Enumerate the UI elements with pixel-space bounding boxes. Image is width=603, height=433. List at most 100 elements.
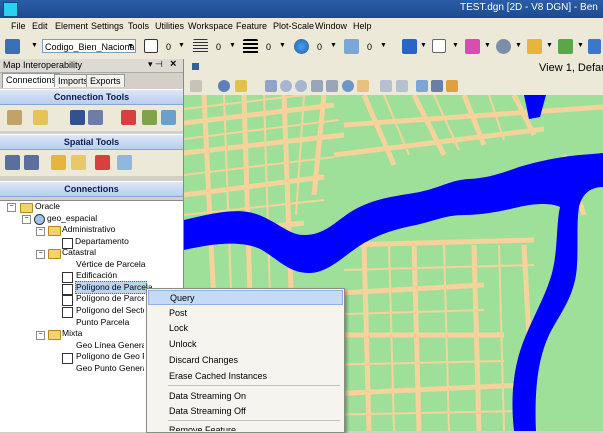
previous-view-icon[interactable] [380, 80, 392, 92]
line-weight-icon[interactable] [243, 39, 258, 54]
tree-node-poligono-geo[interactable]: Polígono de Geo R [76, 351, 144, 362]
delete-connection-icon[interactable] [121, 110, 136, 125]
view-attributes-icon[interactable] [190, 80, 202, 92]
menu-element[interactable]: Element [55, 21, 88, 31]
line-style-icon[interactable] [193, 39, 208, 54]
tree-node-administrativo[interactable]: Administrativo [62, 224, 115, 235]
collapse-icon[interactable]: − [36, 227, 45, 236]
zoom-in-icon[interactable] [280, 80, 292, 92]
tree-node-edificacion[interactable]: Edificación [76, 270, 117, 281]
menu-help[interactable]: Help [353, 21, 372, 31]
tree-node-poligono-sector[interactable]: Polígono del Sector [76, 305, 144, 316]
eye-icon[interactable] [5, 39, 20, 54]
menu-utilities[interactable]: Utilities [155, 21, 184, 31]
pan-hand-icon[interactable] [357, 80, 369, 92]
next-view-icon[interactable] [396, 80, 408, 92]
chevron-down-icon[interactable]: ▼ [380, 42, 387, 49]
new-connection-icon[interactable] [7, 110, 22, 125]
copy-view-icon[interactable] [416, 80, 428, 92]
menu-tools[interactable]: Tools [128, 21, 149, 31]
chevron-down-icon[interactable]: ▼ [31, 42, 38, 49]
layers-icon[interactable] [558, 39, 573, 54]
render-icon[interactable] [496, 39, 511, 54]
collapse-icon[interactable]: − [36, 331, 45, 340]
properties-icon[interactable] [142, 110, 157, 125]
clip-volume-icon[interactable] [431, 80, 443, 92]
tree-node-catastral[interactable]: Catastral [62, 247, 96, 258]
menu-item-query[interactable]: Query [148, 290, 343, 305]
spatial-tools-header[interactable]: Spatial Tools [0, 134, 183, 150]
save-icon[interactable] [70, 110, 85, 125]
tree-node-mixta[interactable]: Mixta [62, 328, 82, 339]
collapse-icon[interactable]: − [7, 203, 16, 212]
open-connection-icon[interactable] [33, 110, 48, 125]
globe-transparency-icon[interactable] [294, 39, 309, 54]
view-menu-icon[interactable] [192, 63, 199, 70]
tree-node-poligono-parcela[interactable]: Polígono de Parcela [76, 293, 144, 304]
close-icon[interactable]: × [170, 58, 176, 70]
tree-node-punto-parcela[interactable]: Punto Parcela [76, 317, 129, 328]
light-icon[interactable] [235, 80, 247, 92]
document-icon[interactable] [432, 39, 446, 53]
fit-icon[interactable] [326, 80, 338, 92]
menu-item-lock[interactable]: Lock [148, 321, 343, 336]
zoom-out-icon[interactable] [295, 80, 307, 92]
chevron-down-icon[interactable]: ▼ [178, 42, 185, 49]
menu-feature[interactable]: Feature [236, 21, 267, 31]
chevron-down-icon[interactable]: ▼ [330, 42, 337, 49]
lock-icon[interactable] [51, 155, 66, 170]
menu-item-data-streaming-off[interactable]: Data Streaming Off [148, 404, 343, 419]
chevron-down-icon[interactable]: ▼ [452, 42, 459, 49]
connections-header[interactable]: Connections [0, 181, 183, 197]
erase-cache-icon[interactable] [117, 155, 132, 170]
fit-view-icon[interactable] [265, 80, 277, 92]
collapse-icon[interactable]: − [22, 215, 31, 224]
menu-file[interactable]: File [11, 21, 26, 31]
chevron-down-icon[interactable]: ▼ [515, 42, 522, 49]
color-swatch-icon[interactable] [144, 39, 158, 53]
chevron-down-icon[interactable]: ▼ [577, 42, 584, 49]
window-area-icon[interactable] [311, 80, 323, 92]
pin-icon[interactable]: ▾ ⊣ [148, 59, 163, 70]
discard-changes-icon[interactable] [95, 155, 110, 170]
refresh-icon[interactable] [161, 110, 176, 125]
chevron-down-icon[interactable]: ▼ [546, 42, 553, 49]
menu-edit[interactable]: Edit [32, 21, 48, 31]
settings-icon[interactable] [588, 39, 601, 54]
menu-item-data-streaming-on[interactable]: Data Streaming On [148, 389, 343, 404]
cube-icon[interactable] [402, 39, 417, 54]
camera-icon[interactable] [446, 80, 458, 92]
tree-node-oracle[interactable]: Oracle [35, 201, 60, 212]
menu-settings[interactable]: Settings [91, 21, 124, 31]
save-as-icon[interactable] [88, 110, 103, 125]
menu-item-unlock[interactable]: Unlock [148, 337, 343, 352]
menu-item-post[interactable]: Post [148, 306, 343, 321]
display-style-icon[interactable] [218, 80, 230, 92]
priority-icon[interactable] [344, 39, 359, 54]
tab-exports[interactable]: Exports [86, 74, 125, 87]
menu-window[interactable]: Window [315, 21, 347, 31]
chevron-down-icon[interactable]: ▼ [420, 42, 427, 49]
menu-plot-scale[interactable]: Plot-Scale [273, 21, 314, 31]
connection-tools-header[interactable]: Connection Tools [0, 89, 183, 105]
folder-tools-icon[interactable] [527, 39, 542, 54]
collapse-icon[interactable]: − [36, 250, 45, 259]
menu-workspace[interactable]: Workspace [188, 21, 233, 31]
post-database-icon[interactable] [24, 155, 39, 170]
chevron-down-icon[interactable]: ▼ [229, 42, 236, 49]
tree-node-geo-linea[interactable]: Geo Línea General [76, 340, 144, 351]
chevron-down-icon[interactable]: ▼ [484, 42, 491, 49]
menu-item-remove-feature[interactable]: Remove Feature [148, 423, 343, 431]
unlock-icon[interactable] [71, 155, 86, 170]
rotate-icon[interactable] [342, 80, 354, 92]
tree-node-vertice-parcela[interactable]: Vértice de Parcela [76, 259, 145, 270]
tree-node-geo-punto[interactable]: Geo Punto General [76, 363, 144, 374]
chevron-down-icon[interactable]: ▼ [279, 42, 286, 49]
level-combo[interactable]: Codigo_Bien_Nacional ▼ [42, 39, 136, 53]
tree-node-geo-espacial[interactable]: geo_espacial [47, 213, 97, 224]
menu-item-discard-changes[interactable]: Discard Changes [148, 353, 343, 368]
models-icon[interactable] [465, 39, 480, 54]
tab-connections[interactable]: Connections [2, 73, 61, 88]
menu-item-erase-cached-instances[interactable]: Erase Cached Instances [148, 369, 343, 384]
tree-node-departamento[interactable]: Departamento [75, 236, 129, 247]
